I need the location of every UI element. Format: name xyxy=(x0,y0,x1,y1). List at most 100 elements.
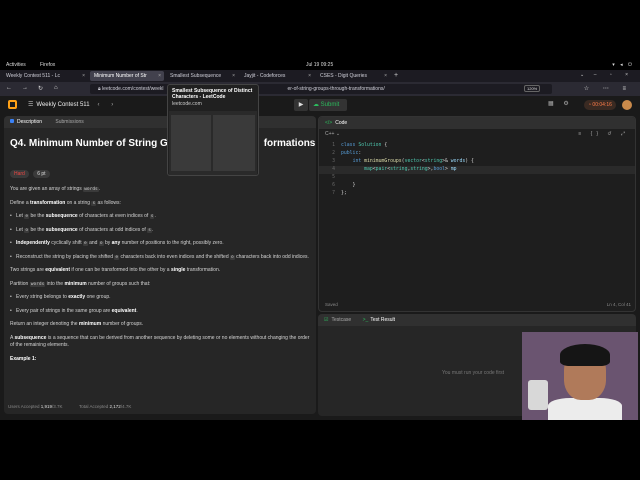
leetcode-header: ☰ Weekly Contest 511 ‹ › ▶ ☁ Submit ▦ ⚙ ◔ … xyxy=(0,96,640,114)
preview-thumbnail xyxy=(169,111,257,175)
users-accepted-value: 1,919 xyxy=(40,404,53,409)
toolbar-icons[interactable]: ☆ ⋯ ≡ xyxy=(584,85,632,92)
browser-tab-strip: ⌄ Weekly Contest 511 - Lc × Minimum Numbe… xyxy=(0,70,640,82)
paragraph: A subsequence is a sequence that can be … xyxy=(10,334,310,349)
preview-title: Smallest Subsequence of Distinct Charact… xyxy=(172,88,253,100)
terminal-icon: >_ xyxy=(362,317,369,323)
language-select[interactable]: C++ ⌄ xyxy=(325,131,340,137)
webcam-person-hair xyxy=(560,344,610,366)
upload-icon: ☁ xyxy=(313,102,319,108)
header-tool-icons[interactable]: ▦ ⚙ xyxy=(548,100,573,107)
prev-next-icons[interactable]: ‹ › xyxy=(98,102,119,108)
total-accepted-label: Total Accepted xyxy=(79,404,109,409)
tab-label: Minimum Number of Str xyxy=(94,73,147,79)
tab-hover-preview: Smallest Subsequence of Distinct Charact… xyxy=(167,84,259,176)
group-rules: Every string belongs to exactly one grou… xyxy=(10,294,310,315)
code-panel-header: </> Code xyxy=(319,117,635,129)
clock[interactable]: Jul 19 09:25 xyxy=(306,62,333,68)
url-bar[interactable]: 🔒︎ leetcode.com/contest/weekl er-of-strin… xyxy=(90,84,552,94)
difficulty-badge: Hard xyxy=(10,170,29,178)
url-text-left: leetcode.com/contest/weekl xyxy=(102,86,164,92)
run-code-message: You must run your code first xyxy=(442,370,505,376)
close-icon[interactable]: × xyxy=(384,73,387,79)
submit-label: Submit xyxy=(320,102,340,108)
list-item: Reconstruct the string by placing the sh… xyxy=(10,254,310,262)
avatar[interactable] xyxy=(622,100,632,110)
tab-cses[interactable]: CSES - Digit Queries × xyxy=(316,71,390,81)
paragraph: Return an integer denoting the minimum n… xyxy=(10,321,144,327)
leetcode-logo-icon[interactable] xyxy=(8,100,17,109)
testcase-label: Testcase xyxy=(331,317,352,323)
list-item: Independently cyclically shift e and o b… xyxy=(10,240,310,248)
system-tray-icons[interactable]: ▾ ◂ ⏻ xyxy=(612,62,634,68)
list-all-tabs-icon[interactable]: ⌄ xyxy=(580,72,584,78)
code-line: 1 class Solution { xyxy=(332,143,388,148)
submit-button[interactable]: ☁ Submit xyxy=(309,99,347,111)
code-line: 2 public: xyxy=(332,151,362,156)
code-icon: </> xyxy=(325,120,333,126)
tab-submissions[interactable]: Submissions xyxy=(55,119,83,125)
code-line: 3 int minimumGroups(vector<string>& word… xyxy=(332,159,474,164)
language-label: C++ xyxy=(325,131,335,137)
close-icon[interactable]: × xyxy=(82,73,85,79)
forward-icon[interactable]: → xyxy=(22,85,28,91)
points-badge: 6 pt xyxy=(33,170,50,178)
list-item: Let e be the subsequence of characters a… xyxy=(10,213,310,221)
problem-title: Q4. Minimum Number of String Gr formation… xyxy=(10,138,315,149)
checkbox-icon: ☑ xyxy=(324,317,329,323)
activities-button[interactable]: Activities xyxy=(6,62,26,68)
editor-tool-icons[interactable]: ≡ {} ↺ ⤢ xyxy=(578,131,629,137)
back-icon[interactable]: ← xyxy=(6,85,12,91)
title-end: formations xyxy=(263,138,316,149)
contest-timer[interactable]: ◔ 00:04:16 xyxy=(584,100,616,110)
acceptance-stats: Users Accepted 1,919/3.7K Total Accepted… xyxy=(8,404,131,409)
tab-minimum-number[interactable]: Minimum Number of Str × xyxy=(90,71,164,81)
close-icon[interactable]: × xyxy=(158,73,161,79)
transformation-steps: Let e be the subsequence of characters a… xyxy=(10,213,310,261)
list-item: Let o be the subsequence of characters a… xyxy=(10,227,310,235)
preview-url: leetcode.com xyxy=(172,101,202,107)
users-accepted-label: Users Accepted xyxy=(8,404,40,409)
tab-test-result[interactable]: >_ Test Result xyxy=(363,317,395,323)
home-icon[interactable]: ⌂ xyxy=(54,85,58,91)
code-editor[interactable]: 1 class Solution { 2 public: 3 int minimum… xyxy=(319,142,635,292)
tab-codeforces[interactable]: Jayjit - Codeforces × xyxy=(240,71,314,81)
contest-title: Weekly Contest 511 xyxy=(36,102,90,108)
problem-badges: Hard 6 pt xyxy=(10,170,53,178)
zoom-indicator[interactable]: 120% xyxy=(524,85,541,92)
screen: Activities Firefox Jul 19 09:25 ▾ ◂ ⏻ ⌄ … xyxy=(0,60,640,420)
tab-smallest-subsequence[interactable]: Smallest Subsequence × xyxy=(166,71,238,81)
close-icon[interactable]: × xyxy=(232,73,235,79)
code-line-current: 4 map<pair<string,string>,bool> mp xyxy=(319,166,635,174)
paragraph: You are given an array of strings words. xyxy=(10,186,101,192)
tab-label: Smallest Subsequence xyxy=(170,73,222,79)
language-row: C++ ⌄ ≡ {} ↺ ⤢ xyxy=(319,129,635,139)
new-tab-icon[interactable]: + xyxy=(394,72,398,79)
play-icon: ▶ xyxy=(298,102,304,108)
code-header-label: Code xyxy=(335,120,348,126)
editor-status-bar: Saved Ln 4, Col 41 xyxy=(319,299,635,311)
paragraph: Two strings are equivalent if one can be… xyxy=(10,267,221,273)
list-item: Every string belongs to exactly one grou… xyxy=(10,294,310,302)
tab-label: Jayjit - Codeforces xyxy=(244,73,286,79)
tab-weekly-contest[interactable]: Weekly Contest 511 - Lc × xyxy=(2,71,88,81)
browser-nav-bar: ← → ↻ ⌂ 🔒︎ leetcode.com/contest/weekl er-… xyxy=(0,82,640,96)
problem-description: You are given an array of strings words.… xyxy=(10,186,310,369)
code-line: 5 xyxy=(332,175,335,180)
reload-icon[interactable]: ↻ xyxy=(38,85,43,92)
webcam-object xyxy=(528,380,548,410)
code-line: 6 } xyxy=(332,183,356,188)
list-icon: ☰ xyxy=(28,102,34,108)
window-controls[interactable]: – ▫ × xyxy=(594,72,634,78)
code-panel: </> Code C++ ⌄ ≡ {} ↺ ⤢ 1 class Solution {… xyxy=(318,116,636,312)
contest-nav[interactable]: ☰ Weekly Contest 511 ‹ › xyxy=(28,101,118,108)
tab-testcase[interactable]: ☑ Testcase xyxy=(324,317,351,323)
app-menu[interactable]: Firefox xyxy=(40,62,55,68)
title-start: Q4. Minimum Number of String Gr xyxy=(10,138,172,149)
tab-description[interactable]: Description xyxy=(10,119,42,125)
tab-description-label: Description xyxy=(17,119,43,125)
run-button[interactable]: ▶ xyxy=(294,99,308,111)
timer-value: 00:04:16 xyxy=(592,102,612,108)
cursor-position: Ln 4, Col 41 xyxy=(606,302,631,307)
close-icon[interactable]: × xyxy=(308,73,311,79)
